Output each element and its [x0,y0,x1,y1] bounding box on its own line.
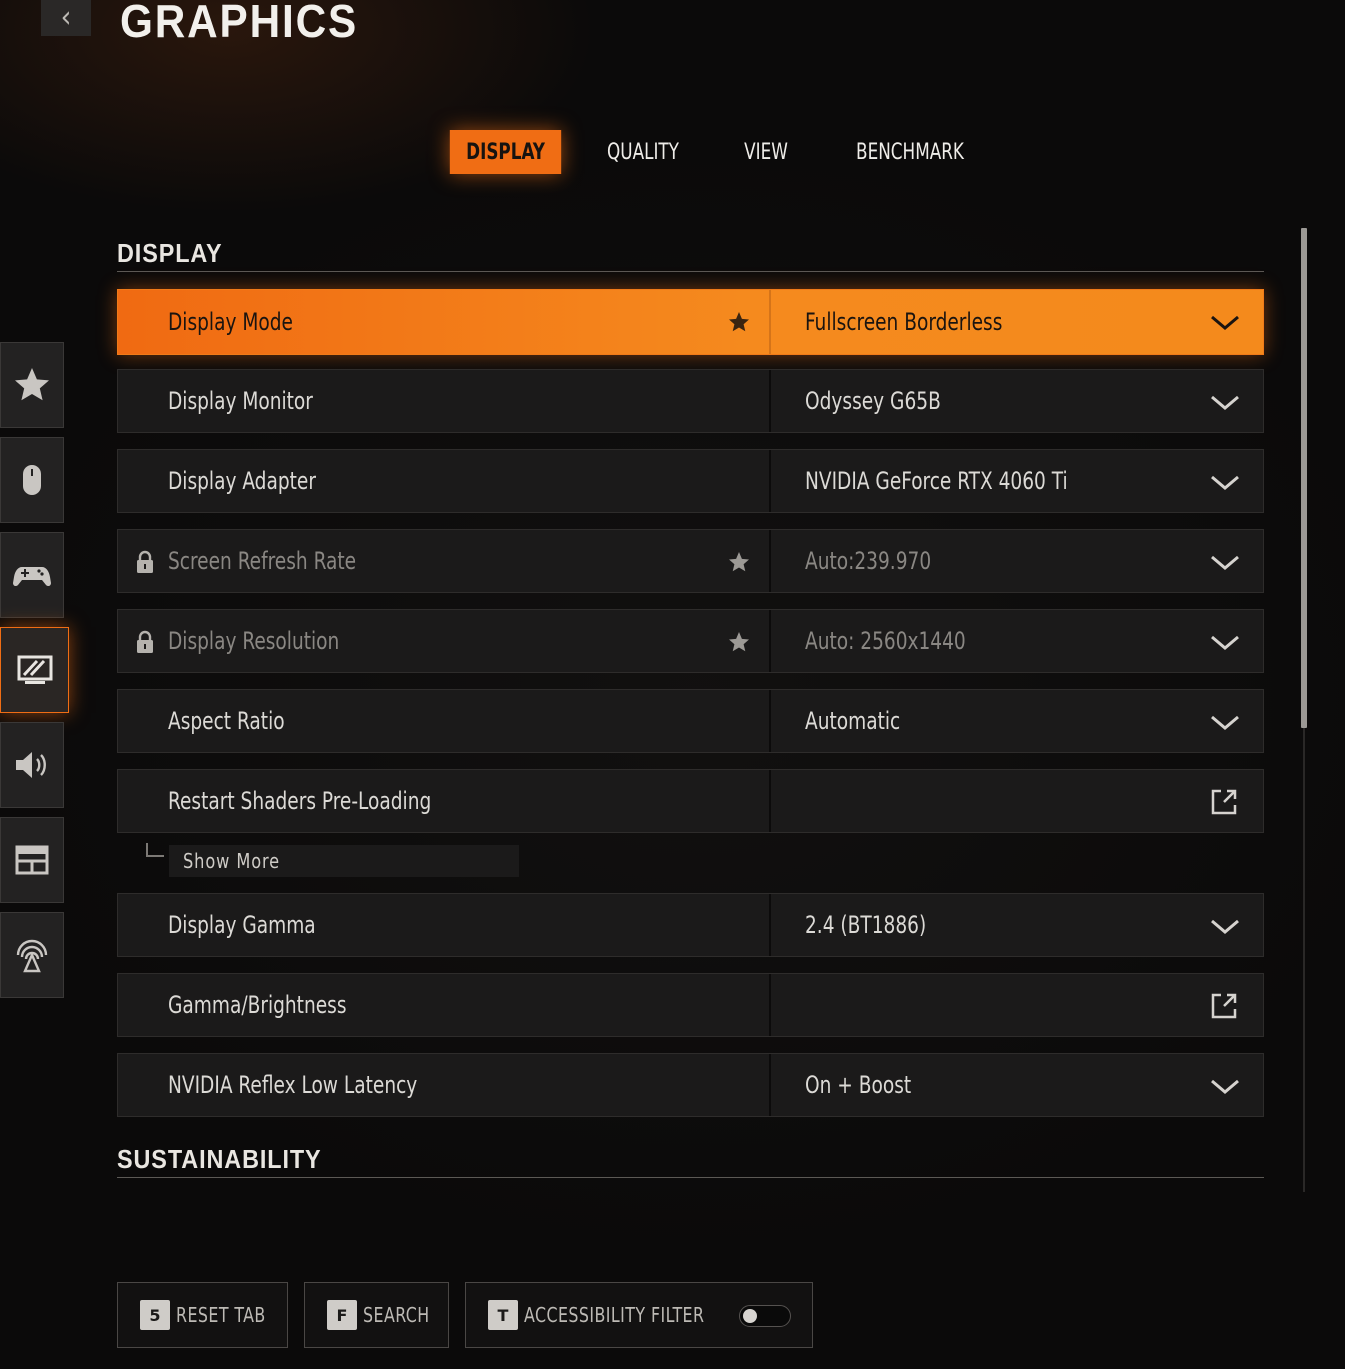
tab-benchmark[interactable]: BENCHMARK [854,130,966,174]
sidebar-item-graphics[interactable] [0,627,69,713]
page-title: GRAPHICS [120,0,359,47]
tab-display[interactable]: DISPLAY [449,130,562,174]
chevron-down-icon[interactable] [1210,395,1240,411]
setting-label: Gamma/Brightness [168,991,347,1019]
lock-icon [137,630,153,653]
setting-label: Display Mode [168,308,293,336]
accessibility-filter-button[interactable]: T ACCESSIBILITY FILTER [465,1282,813,1348]
setting-label: Display Resolution [168,627,340,655]
monitor-icon [17,655,52,684]
chevron-left-icon: ‹ [60,0,72,35]
speaker-icon [16,752,46,778]
tab-view[interactable]: VIEW [735,130,796,174]
setting-value[interactable]: Odyssey G65B [805,370,941,432]
setting-value[interactable]: 2.4 (BT1886) [805,894,926,956]
setting-value[interactable]: Fullscreen Borderless [805,290,1002,354]
reset-tab-button[interactable]: 5 RESET TAB [117,1282,288,1348]
section-divider [117,271,1264,272]
setting-value[interactable]: Auto:239.970 [805,530,931,592]
sidebar-item-interface[interactable] [0,817,64,903]
sidebar-item-mouse[interactable] [0,437,64,523]
setting-label: Display Adapter [168,467,316,495]
chevron-down-icon[interactable] [1210,315,1240,331]
sidebar-item-favorites[interactable] [0,342,64,428]
show-more-button[interactable]: Show More [169,845,519,877]
search-button[interactable]: F SEARCH [304,1282,449,1348]
setting-value[interactable]: Automatic [805,690,900,752]
section-title-sustainability: SUSTAINABILITY [117,1144,322,1174]
network-icon [16,939,48,973]
setting-display-resolution[interactable]: Display Resolution Auto: 2560x1440 [117,609,1264,673]
setting-label: NVIDIA Reflex Low Latency [168,1071,418,1099]
keybind-hint: 5 [140,1300,170,1330]
setting-value[interactable]: On + Boost [805,1054,911,1116]
lock-icon [137,550,153,573]
back-button[interactable]: ‹ [41,0,91,36]
setting-value[interactable]: Auto: 2560x1440 [805,610,966,672]
chevron-down-icon[interactable] [1210,715,1240,731]
setting-display-mode[interactable]: Display Mode Fullscreen Borderless [117,289,1264,355]
external-link-icon[interactable] [1210,992,1238,1020]
button-label: SEARCH [363,1303,430,1327]
keybind-hint: F [327,1300,357,1330]
accessibility-filter-toggle[interactable] [739,1305,791,1327]
button-label: RESET TAB [176,1303,266,1327]
chevron-down-icon[interactable] [1210,555,1240,571]
setting-label: Display Gamma [168,911,316,939]
gamepad-icon [13,567,51,587]
chevron-down-icon[interactable] [1210,635,1240,651]
section-title-display: DISPLAY [117,238,223,268]
star-icon[interactable] [727,630,751,654]
setting-label: Display Monitor [168,387,313,415]
star-icon [15,368,49,401]
setting-label: Screen Refresh Rate [168,547,357,575]
sidebar-item-controller[interactable] [0,532,64,618]
star-icon[interactable] [727,310,751,334]
sidebar-item-audio[interactable] [0,722,64,808]
setting-display-adapter[interactable]: Display Adapter NVIDIA GeForce RTX 4060 … [117,449,1264,513]
tab-quality[interactable]: QUALITY [605,130,682,174]
setting-gamma-brightness[interactable]: Gamma/Brightness [117,973,1264,1037]
external-link-icon[interactable] [1210,788,1238,816]
setting-value[interactable]: NVIDIA GeForce RTX 4060 Ti [805,450,1068,512]
setting-screen-refresh-rate[interactable]: Screen Refresh Rate Auto:239.970 [117,529,1264,593]
section-divider [117,1177,1264,1178]
layout-icon [15,845,49,875]
setting-label: Aspect Ratio [168,707,285,735]
scrollbar-thumb[interactable] [1301,228,1307,728]
star-icon[interactable] [727,550,751,574]
chevron-down-icon[interactable] [1210,1079,1240,1095]
keybind-hint: T [488,1300,518,1330]
setting-label: Restart Shaders Pre-Loading [168,787,432,815]
sidebar-item-network[interactable] [0,912,64,998]
chevron-down-icon[interactable] [1210,475,1240,491]
setting-aspect-ratio[interactable]: Aspect Ratio Automatic [117,689,1264,753]
show-more-label: Show More [183,849,281,873]
button-label: ACCESSIBILITY FILTER [524,1303,705,1327]
setting-nvidia-reflex[interactable]: NVIDIA Reflex Low Latency On + Boost [117,1053,1264,1117]
tree-branch-line [146,843,164,857]
setting-display-gamma[interactable]: Display Gamma 2.4 (BT1886) [117,893,1264,957]
setting-restart-shaders[interactable]: Restart Shaders Pre-Loading [117,769,1264,833]
chevron-down-icon[interactable] [1210,919,1240,935]
mouse-icon [23,465,41,495]
toggle-knob [743,1309,757,1323]
setting-display-monitor[interactable]: Display Monitor Odyssey G65B [117,369,1264,433]
